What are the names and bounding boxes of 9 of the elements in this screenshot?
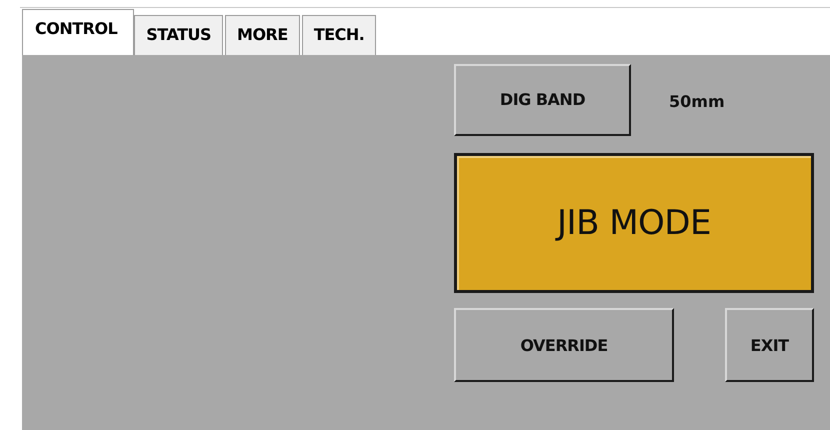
dig-band-button[interactable]: DIG BAND (454, 64, 631, 136)
tab[interactable]: TECH. (302, 15, 376, 55)
tab[interactable]: STATUS (134, 15, 224, 55)
override-button[interactable]: OVERRIDE (454, 308, 674, 382)
exit-button[interactable]: EXIT (725, 308, 814, 382)
dig-band-value: 50mm (669, 91, 725, 111)
jib-mode-button[interactable]: JIB MODE (454, 153, 814, 293)
tab[interactable]: CONTROL (22, 9, 134, 55)
tab[interactable]: MORE (225, 15, 300, 55)
